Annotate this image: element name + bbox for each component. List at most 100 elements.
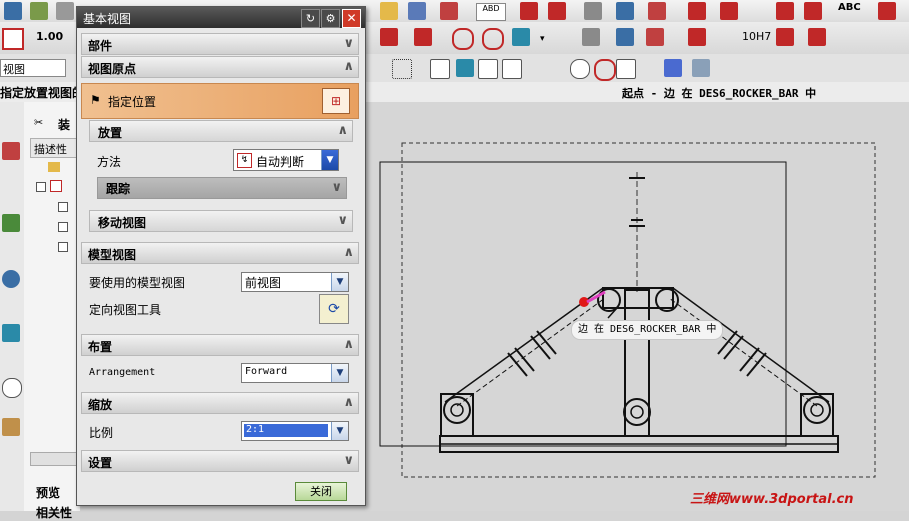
annotation-icon[interactable] [380, 2, 398, 20]
close-icon[interactable]: ✕ [342, 9, 361, 28]
dialog-titlebar[interactable]: 基本视图 ↻ ⚙ ✕ [77, 7, 365, 28]
point-on-icon[interactable] [664, 59, 682, 77]
chevron-down-icon[interactable]: ▼ [331, 364, 348, 382]
tree-expander[interactable] [58, 202, 68, 212]
list-icon[interactable] [56, 2, 74, 20]
section-view-origin[interactable]: 视图原点 ∧ [81, 56, 359, 78]
flag2-icon[interactable] [808, 28, 826, 46]
sheet-icon[interactable] [616, 2, 634, 20]
checkbox-icon[interactable] [50, 180, 62, 192]
view2-icon[interactable] [646, 28, 664, 46]
radius-dim-icon[interactable] [414, 28, 432, 46]
box2-icon[interactable] [582, 28, 600, 46]
line-snap-icon[interactable] [478, 59, 498, 79]
chevron-down-icon[interactable]: ∨ [343, 453, 354, 468]
gear-icon[interactable]: ⚙ [321, 9, 340, 28]
stack-icon[interactable] [30, 2, 48, 20]
section-part[interactable]: 部件 ∨ [81, 33, 359, 55]
subsection-tracking[interactable]: 跟踪 ∨ [97, 177, 347, 199]
roles-icon[interactable] [2, 418, 20, 436]
chevron-up-icon[interactable]: ∧ [343, 59, 354, 74]
chevron-down-icon[interactable]: ∨ [337, 213, 348, 228]
datum-icon[interactable] [688, 2, 706, 20]
graphics-window[interactable]: 边 在 DES6_ROCKER_BAR 中 三维网www.3dportal.cn [365, 102, 909, 511]
chevron-down-icon[interactable]: ▾ [540, 34, 545, 44]
chevron-up-icon[interactable]: ∧ [337, 123, 348, 138]
chevron-down-icon[interactable]: ▼ [321, 150, 338, 170]
layout-label: 布置 [88, 340, 113, 354]
view-combo[interactable]: 视图 [0, 59, 66, 77]
weld2-icon[interactable] [776, 28, 794, 46]
chevron-up-icon[interactable]: ∧ [343, 337, 354, 352]
info-icon[interactable] [2, 270, 20, 288]
weld-icon[interactable] [776, 2, 794, 20]
chevron-down-icon[interactable]: ∨ [331, 180, 342, 195]
point-dialog-icon[interactable]: ⊞ [322, 88, 350, 114]
select-box-icon[interactable] [392, 59, 412, 79]
close-button[interactable]: 关闭 [295, 482, 347, 501]
column-header-text: 描述性 [34, 143, 67, 156]
tolerance-icon[interactable] [720, 2, 738, 20]
move-icon[interactable] [456, 59, 474, 77]
subsection-placement[interactable]: 放置 ∧ [89, 120, 353, 142]
navigator-scrollbar[interactable] [30, 452, 82, 466]
reset-icon[interactable]: ↻ [301, 9, 320, 28]
specify-location-row[interactable]: ⚑ 指定位置 ⊞ [81, 83, 359, 119]
zoom-value[interactable]: 1.00 [36, 30, 63, 43]
dependency-label[interactable]: 相关性 [36, 504, 72, 521]
center-icon[interactable] [570, 59, 590, 79]
abd-icon[interactable]: ABD [476, 3, 506, 21]
flag-icon[interactable] [804, 2, 822, 20]
box-icon[interactable] [584, 2, 602, 20]
tangent-icon[interactable] [640, 59, 658, 77]
chevron-down-icon[interactable]: ▼ [331, 422, 348, 440]
tree-expander[interactable] [58, 222, 68, 232]
method-dropdown[interactable]: ↯ 自动判断 ▼ [233, 149, 339, 171]
chevron-down-icon[interactable]: ∨ [343, 36, 354, 51]
intersection-icon[interactable] [548, 59, 566, 77]
hierarchy-icon[interactable] [408, 2, 426, 20]
chevron-down-icon[interactable]: ▼ [331, 273, 348, 291]
plus-snap-icon[interactable] [616, 59, 636, 79]
orient-view-icon[interactable]: ⟳ [319, 294, 349, 324]
sheet2-icon[interactable] [616, 28, 634, 46]
abc-label[interactable]: ABC [838, 2, 861, 13]
navigator-column-header[interactable]: 描述性 [30, 138, 82, 158]
library-icon[interactable] [2, 214, 20, 232]
tree-expander[interactable] [36, 182, 46, 192]
id-symbol-icon[interactable] [440, 2, 458, 20]
arc-icon[interactable] [526, 59, 544, 77]
pin-icon[interactable]: ✂ [34, 116, 43, 129]
table-icon[interactable] [878, 2, 896, 20]
constraint-icon[interactable] [2, 142, 20, 160]
snap-point-icon[interactable] [430, 59, 450, 79]
quadrant-icon[interactable] [594, 59, 616, 81]
preview-label[interactable]: 预览 [36, 484, 60, 501]
subsection-move-view[interactable]: 移动视图 ∨ [89, 210, 353, 232]
circle-icon[interactable] [452, 28, 474, 50]
arrow-icon[interactable] [548, 2, 566, 20]
grid-label[interactable]: 10H7 [742, 30, 771, 43]
section-scale[interactable]: 缩放 ∧ [81, 392, 359, 414]
midpoint-icon[interactable] [502, 59, 522, 79]
section-model-view[interactable]: 模型视图 ∧ [81, 242, 359, 264]
section-settings[interactable]: 设置 ∨ [81, 450, 359, 472]
dimension-icon[interactable] [520, 2, 538, 20]
model-view-dropdown[interactable]: 前视图 ▼ [241, 272, 349, 292]
layer-icon[interactable] [4, 2, 22, 20]
chevron-up-icon[interactable]: ∧ [343, 245, 354, 260]
view-icon[interactable] [648, 2, 666, 20]
scale-dropdown[interactable]: 2:1 ▼ [241, 421, 349, 441]
web-icon[interactable] [2, 324, 20, 342]
tree-expander[interactable] [58, 242, 68, 252]
new-sheet-icon[interactable] [2, 28, 24, 50]
arrangement-dropdown[interactable]: Forward ▼ [241, 363, 349, 383]
circle-slash-icon[interactable] [482, 28, 504, 50]
datum2-icon[interactable] [688, 28, 706, 46]
chevron-up-icon[interactable]: ∧ [343, 395, 354, 410]
section-layout[interactable]: 布置 ∧ [81, 334, 359, 356]
line-dim-icon[interactable] [380, 28, 398, 46]
cube-icon[interactable] [692, 59, 710, 77]
history-icon[interactable] [2, 378, 22, 398]
curve-arrow-icon[interactable] [512, 28, 530, 46]
